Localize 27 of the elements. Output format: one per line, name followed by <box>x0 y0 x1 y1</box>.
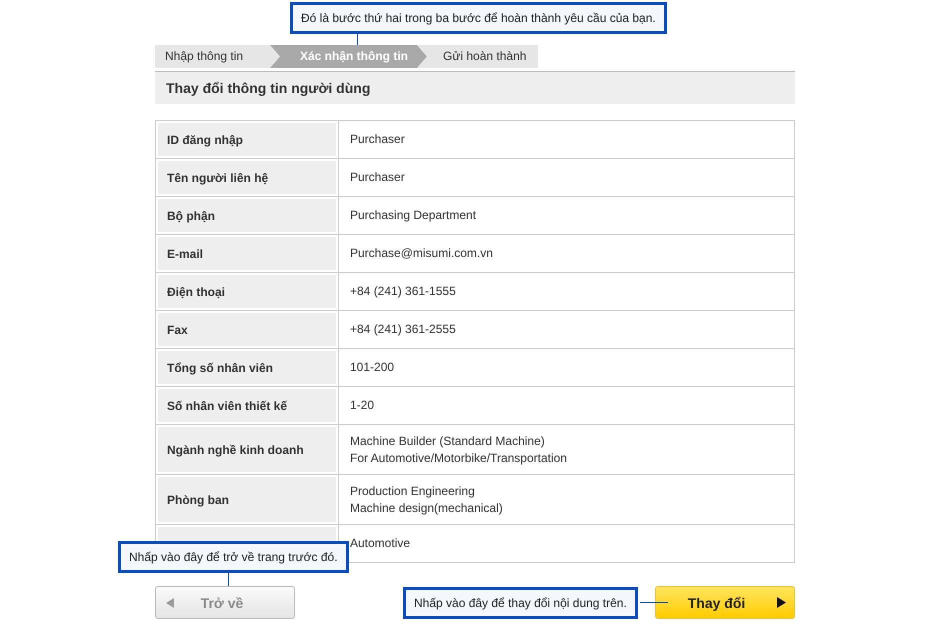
row-label: Điện thoại <box>158 275 336 308</box>
row-label: Ngành nghề kinh doanh <box>158 427 336 472</box>
tooltip: Nhấp vào đây để trở về trang trước đó. <box>118 541 349 573</box>
table-cell: +84 (241) 361-1555 <box>338 272 794 310</box>
row-label: Phòng ban <box>158 477 336 522</box>
row-label: E-mail <box>158 237 336 270</box>
table-cell: 1-20 <box>338 386 794 424</box>
row-label: Số nhân viên thiết kế <box>158 389 336 422</box>
section-header: Thay đổi thông tin người dùng <box>155 71 795 104</box>
table-cell: Purchase@misumi.com.vn <box>338 234 794 272</box>
table-cell: 101-200 <box>338 348 794 386</box>
table-cell: Purchaser <box>338 120 794 158</box>
row-label: Fax <box>158 313 336 346</box>
table-cell: Purchaser <box>338 158 794 196</box>
table-cell: Purchasing Department <box>338 196 794 234</box>
row-label: Bộ phận <box>158 199 336 232</box>
row-label: Tên người liên hệ <box>158 161 336 194</box>
row-label: Tổng số nhân viên <box>158 351 336 384</box>
left-arrow-icon <box>166 598 174 608</box>
change-button[interactable]: Thay đổi <box>655 586 795 619</box>
tooltip: Đó là bước thứ hai trong ba bước để hoàn thành yêu cầu của bạn. <box>290 2 667 34</box>
row-label: ID đăng nhập <box>158 123 336 156</box>
tooltip: Nhấp vào đây để thay đổi nội dung trên. <box>403 587 638 619</box>
table-cell: Production Engineering Machine design(mechanical) <box>338 474 794 524</box>
table-cell: +84 (241) 361-2555 <box>338 310 794 348</box>
right-arrow-icon <box>777 597 786 608</box>
table-cell: Machine Builder (Standard Machine) For Automotive/Motorbike/Transportation <box>338 424 794 474</box>
